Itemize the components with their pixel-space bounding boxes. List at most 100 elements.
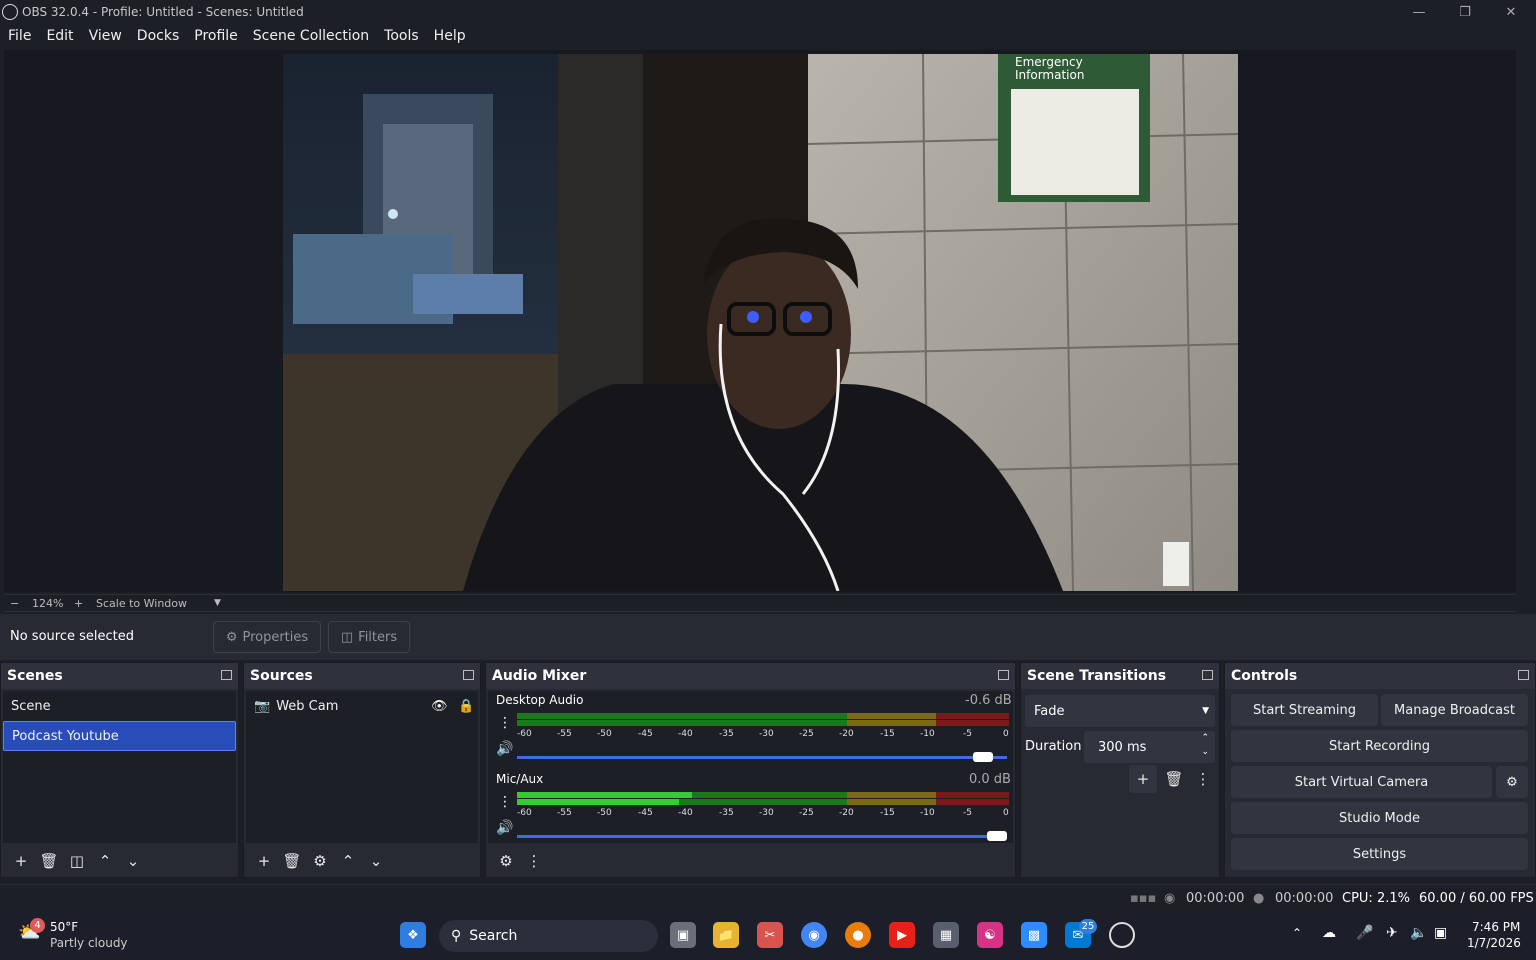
studio-mode-button[interactable]: Studio Mode xyxy=(1231,802,1528,834)
webcam-preview[interactable]: Emergency Information xyxy=(283,54,1238,591)
airplane-icon[interactable]: ✈ xyxy=(1386,925,1398,941)
more-options-icon[interactable]: ⋮ xyxy=(520,847,548,875)
zoom-icon[interactable]: ▩ xyxy=(1021,922,1047,948)
obs-icon[interactable] xyxy=(1109,922,1135,948)
lock-icon[interactable]: 🔒 xyxy=(458,699,474,714)
menu-help[interactable]: Help xyxy=(434,28,466,44)
add-transition-button[interactable]: + xyxy=(1129,765,1157,793)
file-explorer-icon[interactable]: 📁 xyxy=(713,922,739,948)
duration-label: Duration xyxy=(1025,739,1082,754)
calculator-icon[interactable]: ▦ xyxy=(933,922,959,948)
maximize-button[interactable]: ❐ xyxy=(1442,0,1488,24)
gear-icon: ⚙ xyxy=(1506,774,1518,790)
scale-mode-select[interactable]: Scale to Window xyxy=(96,597,187,610)
tick-label: -50 xyxy=(597,808,612,818)
minimize-button[interactable]: — xyxy=(1396,0,1442,24)
more-options-icon[interactable]: ⋮ xyxy=(498,794,512,810)
signal-icon: ▪▪▪ xyxy=(1130,891,1157,906)
add-source-button[interactable]: + xyxy=(250,847,278,875)
transition-select[interactable]: Fade ▼ xyxy=(1025,695,1215,727)
undock-icon[interactable] xyxy=(1518,670,1529,680)
tick-label: -40 xyxy=(678,729,693,739)
move-up-button[interactable]: ⌃ xyxy=(334,847,362,875)
channel-name: Mic/Aux xyxy=(496,772,544,786)
channel-name: Desktop Audio xyxy=(496,693,584,707)
onedrive-icon[interactable]: ☁ xyxy=(1322,925,1336,941)
mic-aux-volume-slider[interactable] xyxy=(517,831,1007,841)
zoom-in-button[interactable]: + xyxy=(74,597,83,610)
virtual-camera-settings-button[interactable]: ⚙ xyxy=(1496,766,1528,798)
undock-icon[interactable] xyxy=(1202,670,1213,680)
windows-start-icon[interactable]: ❖ xyxy=(400,922,426,948)
speaker-icon[interactable]: 🔊 xyxy=(496,741,513,757)
chevron-up-icon[interactable]: ⌃ xyxy=(1292,926,1302,940)
desktop-audio-volume-slider[interactable] xyxy=(517,752,1007,762)
speaker-icon[interactable]: 🔊 xyxy=(496,820,513,836)
menu-profile[interactable]: Profile xyxy=(194,28,238,44)
tick-label: -10 xyxy=(920,808,935,818)
settings-button[interactable]: Settings xyxy=(1231,838,1528,870)
trash-icon[interactable]: 🗑 xyxy=(278,847,306,875)
chevron-down-icon[interactable]: ▼ xyxy=(214,598,221,608)
filters-button[interactable]: ◫ Filters xyxy=(328,621,410,653)
tick-label: -20 xyxy=(839,808,854,818)
scene-filters-button[interactable]: ◫ xyxy=(63,847,91,875)
scenes-dock: Scenes Scene Podcast Youtube + 🗑 ◫ ⌃ ⌄ xyxy=(0,662,239,878)
battery-icon[interactable]: ▣ xyxy=(1434,925,1447,941)
stepper-down-icon[interactable]: ⌄ xyxy=(1201,747,1209,757)
scene-item[interactable]: Scene xyxy=(3,691,236,721)
move-down-button[interactable]: ⌄ xyxy=(119,847,147,875)
taskbar-search[interactable]: ⚲ Search xyxy=(439,920,658,952)
manage-broadcast-button[interactable]: Manage Broadcast xyxy=(1381,694,1528,726)
tick-label: -60 xyxy=(517,729,532,739)
obs-logo-icon xyxy=(2,4,18,20)
more-options-icon[interactable]: ⋮ xyxy=(1189,765,1217,793)
trash-icon[interactable]: 🗑 xyxy=(1160,765,1188,793)
scene-item-selected[interactable]: Podcast Youtube xyxy=(3,721,236,751)
menu-scene-collection[interactable]: Scene Collection xyxy=(253,28,369,44)
tick-label: -15 xyxy=(880,808,895,818)
undock-icon[interactable] xyxy=(998,670,1009,680)
add-scene-button[interactable]: + xyxy=(7,847,35,875)
tick-label: -35 xyxy=(719,808,734,818)
gear-icon[interactable]: ⚙ xyxy=(306,847,334,875)
duration-input[interactable]: 300 ms ⌃ ⌄ xyxy=(1084,731,1215,763)
weather-desc: Partly cloudy xyxy=(50,936,128,950)
properties-button[interactable]: ⚙ Properties xyxy=(213,621,321,653)
menu-tools[interactable]: Tools xyxy=(384,28,419,44)
start-virtual-camera-button[interactable]: Start Virtual Camera xyxy=(1231,766,1492,798)
menu-edit[interactable]: Edit xyxy=(46,28,73,44)
desktop-audio-ticks: -60 -55 -50 -45 -40 -35 -30 -25 -20 -15 … xyxy=(517,729,1009,741)
menu-view[interactable]: View xyxy=(89,28,122,44)
creative-cloud-icon[interactable]: ☯ xyxy=(977,922,1003,948)
slider-knob[interactable] xyxy=(973,752,993,762)
move-down-button[interactable]: ⌄ xyxy=(362,847,390,875)
blender-icon[interactable]: ● xyxy=(845,922,871,948)
menu-docks[interactable]: Docks xyxy=(137,28,179,44)
source-item[interactable]: 📷 Web Cam 👁 🔒 xyxy=(246,691,478,721)
start-streaming-button[interactable]: Start Streaming xyxy=(1231,694,1378,726)
trash-icon[interactable]: 🗑 xyxy=(35,847,63,875)
zoom-out-button[interactable]: − xyxy=(10,597,19,610)
start-recording-button[interactable]: Start Recording xyxy=(1231,730,1528,762)
slider-knob[interactable] xyxy=(987,831,1007,841)
clock-time[interactable]: 7:46 PM xyxy=(1472,920,1520,934)
more-options-icon[interactable]: ⋮ xyxy=(498,715,512,731)
scene-transitions-title: Scene Transitions xyxy=(1027,668,1167,684)
eye-icon[interactable]: 👁 xyxy=(431,699,448,714)
undock-icon[interactable] xyxy=(221,670,232,680)
snipping-tool-icon[interactable]: ✂ xyxy=(757,922,783,948)
advanced-audio-icon[interactable]: ⚙ xyxy=(492,847,520,875)
close-button[interactable]: ✕ xyxy=(1488,0,1534,24)
chrome-icon[interactable]: ◉ xyxy=(801,922,827,948)
microphone-icon[interactable]: 🎤 xyxy=(1356,925,1373,941)
menu-file[interactable]: File xyxy=(8,28,31,44)
task-view-icon[interactable]: ▣ xyxy=(670,922,696,948)
volume-icon[interactable]: 🔈 xyxy=(1410,925,1427,941)
youtube-icon[interactable]: ▶ xyxy=(889,922,915,948)
move-up-button[interactable]: ⌃ xyxy=(91,847,119,875)
undock-icon[interactable] xyxy=(463,670,474,680)
stepper-up-icon[interactable]: ⌃ xyxy=(1201,733,1209,743)
clock-date[interactable]: 1/7/2026 xyxy=(1467,936,1521,950)
weather-badge: 4 xyxy=(30,918,45,933)
